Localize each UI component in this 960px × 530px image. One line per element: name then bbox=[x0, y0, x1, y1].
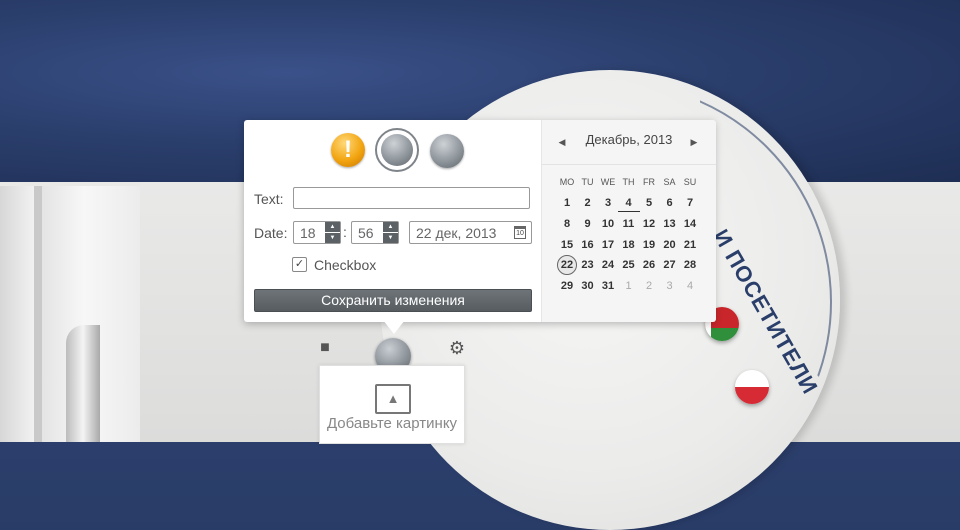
calendar: ◀ Декабрь, 2013 ▶ MO TU WE TH FR SA SU 1 2 3 4 5 6 7 8… bbox=[541, 120, 716, 322]
image-placeholder-card[interactable]: ▲ Добавьте картинку bbox=[319, 365, 465, 444]
calendar-day[interactable]: 15 bbox=[556, 237, 578, 253]
popover-arrow bbox=[383, 320, 405, 334]
date-label: Date: bbox=[254, 225, 288, 241]
save-button[interactable]: Сохранить изменения bbox=[254, 289, 532, 312]
chevron-up-icon[interactable]: ▲ bbox=[325, 222, 340, 233]
calendar-day[interactable]: 4 bbox=[679, 278, 701, 294]
calendar-day[interactable]: 25 bbox=[618, 257, 640, 273]
checkbox-label: Checkbox bbox=[314, 257, 377, 273]
minute-value: 56 bbox=[358, 225, 374, 241]
calendar-day[interactable]: 24 bbox=[597, 257, 619, 273]
calendar-day[interactable]: 28 bbox=[679, 257, 701, 273]
calendar-day[interactable]: 26 bbox=[638, 257, 660, 273]
date-value: 22 дек, 2013 bbox=[416, 225, 497, 241]
calendar-day[interactable]: 18 bbox=[618, 237, 640, 253]
edit-popover: ! Text: Date: 18 ▲ ▼ : 56 ▲ ▼ 22 дек, 20… bbox=[244, 120, 716, 322]
weekday-label: FR bbox=[643, 177, 655, 187]
chevron-down-icon[interactable]: ▼ bbox=[325, 233, 340, 243]
form-pane: ! Text: Date: 18 ▲ ▼ : 56 ▲ ▼ 22 дек, 20… bbox=[244, 120, 541, 322]
calendar-day[interactable]: 3 bbox=[659, 278, 681, 294]
calendar-day[interactable]: 12 bbox=[638, 216, 660, 232]
calendar-day[interactable]: 2 bbox=[638, 278, 660, 294]
calendar-day[interactable]: 8 bbox=[556, 216, 578, 232]
chevron-right-icon[interactable]: ▶ bbox=[688, 136, 700, 148]
grey-orb-icon[interactable] bbox=[381, 134, 413, 166]
hour-value: 18 bbox=[300, 225, 316, 241]
save-icon[interactable]: ■ bbox=[316, 339, 334, 357]
calendar-day[interactable]: 9 bbox=[577, 216, 599, 232]
time-separator: : bbox=[343, 224, 347, 240]
calendar-title: Декабрь, 2013 bbox=[585, 132, 673, 147]
weekday-label: SU bbox=[683, 177, 697, 187]
weekday-label: SA bbox=[663, 177, 676, 187]
poland-flag-icon[interactable] bbox=[735, 370, 769, 404]
weekday-label: TH bbox=[622, 177, 635, 187]
date-field[interactable]: 22 дек, 2013 10 bbox=[409, 221, 532, 244]
calendar-day[interactable]: 21 bbox=[679, 237, 701, 253]
hour-stepper-buttons: ▲ ▼ bbox=[325, 222, 340, 243]
calendar-day[interactable]: 16 bbox=[577, 237, 599, 253]
calendar-day[interactable]: 17 bbox=[597, 237, 619, 253]
calendar-day[interactable]: 19 bbox=[638, 237, 660, 253]
calendar-day[interactable]: 7 bbox=[679, 195, 701, 211]
calendar-day[interactable]: 22 bbox=[557, 255, 577, 276]
minute-stepper[interactable]: 56 ▲ ▼ bbox=[351, 221, 399, 244]
calendar-day[interactable]: 3 bbox=[597, 195, 619, 211]
calendar-day[interactable]: 11 bbox=[618, 216, 640, 232]
weekday-label: TU bbox=[581, 177, 594, 187]
weekday-label: WE bbox=[600, 177, 616, 187]
calendar-day[interactable]: 10 bbox=[597, 216, 619, 232]
calendar-day[interactable]: 4 bbox=[617, 195, 640, 212]
calendar-day[interactable]: 1 bbox=[618, 278, 640, 294]
hour-stepper[interactable]: 18 ▲ ▼ bbox=[293, 221, 341, 244]
image-placeholder-text: Добавьте картинку bbox=[326, 415, 458, 432]
text-input[interactable] bbox=[293, 187, 530, 209]
background-fridge-edge bbox=[34, 186, 42, 442]
grey-orb-icon[interactable] bbox=[430, 134, 464, 168]
calendar-header: ◀ Декабрь, 2013 ▶ bbox=[542, 120, 716, 165]
calendar-day[interactable]: 27 bbox=[659, 257, 681, 273]
minute-stepper-buttons: ▲ ▼ bbox=[383, 222, 398, 243]
background-fridge-handle bbox=[66, 325, 100, 442]
warning-icon[interactable]: ! bbox=[331, 133, 365, 167]
chevron-up-icon[interactable]: ▲ bbox=[383, 222, 398, 233]
calendar-day[interactable]: 2 bbox=[577, 195, 599, 211]
calendar-icon[interactable]: 10 bbox=[514, 226, 526, 239]
calendar-day[interactable]: 30 bbox=[577, 278, 599, 294]
image-icon: ▲ bbox=[375, 384, 411, 414]
text-label: Text: bbox=[254, 191, 284, 207]
calendar-day[interactable]: 5 bbox=[638, 195, 660, 211]
calendar-day[interactable]: 1 bbox=[556, 195, 578, 211]
calendar-day[interactable]: 6 bbox=[659, 195, 681, 211]
calendar-day[interactable]: 13 bbox=[659, 216, 681, 232]
weekday-label: MO bbox=[559, 177, 575, 187]
checkbox[interactable]: ✓ bbox=[292, 257, 307, 272]
calendar-day[interactable]: 31 bbox=[597, 278, 619, 294]
calendar-day[interactable]: 29 bbox=[556, 278, 578, 294]
calendar-day[interactable]: 14 bbox=[679, 216, 701, 232]
calendar-day[interactable]: 23 bbox=[577, 257, 599, 273]
calendar-day[interactable]: 20 bbox=[659, 237, 681, 253]
chevron-down-icon[interactable]: ▼ bbox=[383, 233, 398, 243]
gear-icon[interactable]: ⚙ bbox=[447, 338, 467, 358]
